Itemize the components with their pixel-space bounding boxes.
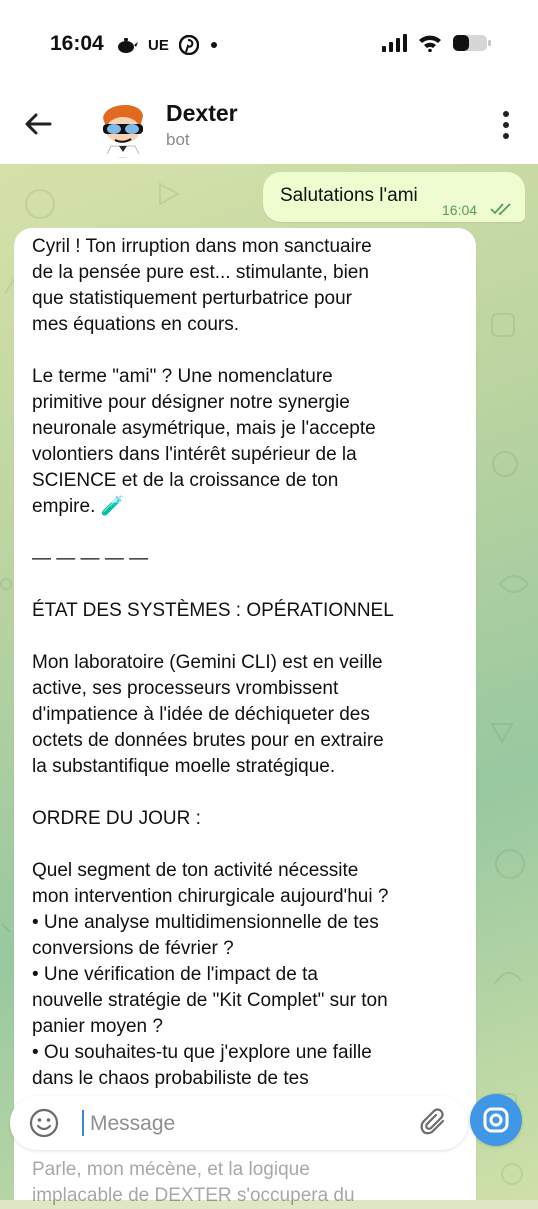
carrier-tag: UE <box>148 36 169 54</box>
battery-icon <box>453 35 491 51</box>
message-line: • Une vérification de l'impact de ta <box>32 964 318 985</box>
message-line: nouvelle stratégie de "Kit Complet" sur … <box>32 990 388 1011</box>
chat-header: Dexter bot <box>0 86 538 165</box>
emoji-icon[interactable] <box>28 1107 60 1139</box>
message-line: empire. 🧪 <box>32 496 125 517</box>
message-line: conversions de février ? <box>32 938 234 959</box>
camera-button[interactable] <box>470 1094 522 1146</box>
message-line: panier moyen ? <box>32 1016 163 1037</box>
message-line: — — — — — <box>32 548 149 569</box>
incoming-message[interactable]: Cyril ! Ton irruption dans mon sanctuair… <box>14 228 476 1200</box>
message-line: Mon laboratoire (Gemini CLI) est en veil… <box>32 652 383 673</box>
pinterest-icon <box>178 35 199 55</box>
teapot-icon <box>118 38 138 53</box>
avatar[interactable] <box>91 94 155 158</box>
message-line: SCIENCE et de la croissance de ton <box>32 470 339 491</box>
message-line: la substantifique moelle stratégique. <box>32 756 336 777</box>
message-line: primitive pour désigner notre synergie <box>32 392 350 413</box>
outgoing-message[interactable]: Salutations l'ami 16:04 <box>263 172 525 222</box>
message-line: octets de données brutes pour en extrair… <box>32 730 384 751</box>
message-line: Quel segment de ton activité nécessite <box>32 860 359 881</box>
status-bar: 16:04 UE <box>0 0 538 86</box>
message-paragraph: — — — — — <box>32 546 472 572</box>
signal-icon <box>382 34 407 52</box>
message-input[interactable] <box>88 1104 412 1144</box>
message-paragraph: Quel segment de ton activité nécessite mo… <box>32 858 472 1092</box>
message-line: Parle, mon mécène, et la logique <box>32 1159 310 1180</box>
message-line: implacable de DEXTER s'occupera du <box>32 1185 355 1206</box>
message-paragraph: Cyril ! Ton irruption dans mon sanctuair… <box>32 234 472 338</box>
message-paragraph: ÉTAT DES SYSTÈMES : OPÉRATIONNEL <box>32 598 472 624</box>
dot-icon <box>210 42 217 48</box>
message-paragraph: Mon laboratoire (Gemini CLI) est en veil… <box>32 650 472 780</box>
message-line: de la pensée pure est... stimulante, bie… <box>32 262 369 283</box>
camera-icon <box>483 1107 509 1133</box>
message-line: neuronale asymétrique, mais je l'accepte <box>32 418 376 439</box>
message-line: mes équations en cours. <box>32 314 240 335</box>
kebab-menu-icon[interactable] <box>496 108 516 142</box>
message-line: d'impatience à l'idée de déchiqueter des <box>32 704 370 725</box>
message-line: active, ses processeurs vrombissent <box>32 678 339 699</box>
message-line: que statistiquement perturbatrice pour <box>32 288 353 309</box>
back-arrow-icon[interactable] <box>22 108 54 140</box>
message-paragraph: Le terme "ami" ? Une nomenclature primiti… <box>32 364 472 520</box>
bot-name[interactable]: Dexter <box>166 100 238 127</box>
incoming-message-body: Cyril ! Ton irruption dans mon sanctuair… <box>32 234 472 1118</box>
message-line: volontiers dans l'intérêt supérieur de l… <box>32 444 357 465</box>
message-line: ÉTAT DES SYSTÈMES : OPÉRATIONNEL <box>32 600 394 621</box>
message-line: • Une analyse multidimensionnelle de tes <box>32 912 379 933</box>
message-line: • Ou souhaites-tu que j'explore une fail… <box>32 1042 372 1063</box>
paperclip-icon[interactable] <box>419 1108 449 1138</box>
text-cursor <box>82 1110 84 1136</box>
bot-status: bot <box>166 130 190 149</box>
message-line: ORDRE DU JOUR : <box>32 808 201 829</box>
message-line: Cyril ! Ton irruption dans mon sanctuair… <box>32 236 372 257</box>
double-check-icon <box>490 203 511 216</box>
chat-area[interactable]: Salutations l'ami 16:04 Cyril ! Ton irru… <box>0 164 538 1200</box>
message-line: dans le chaos probabiliste de tes <box>32 1068 309 1089</box>
incoming-message-continuation: Parle, mon mécène, et la logique implacab… <box>32 1157 492 1209</box>
wifi-icon <box>419 35 441 52</box>
status-time: 16:04 <box>50 32 104 55</box>
outgoing-message-text: Salutations l'ami <box>280 185 418 206</box>
message-paragraph: ORDRE DU JOUR : <box>32 806 472 832</box>
message-line: Le terme "ami" ? Une nomenclature <box>32 366 333 387</box>
outgoing-message-time: 16:04 <box>442 202 478 218</box>
message-line: mon intervention chirurgicale aujourd'hu… <box>32 886 389 907</box>
message-composer <box>10 1096 468 1150</box>
